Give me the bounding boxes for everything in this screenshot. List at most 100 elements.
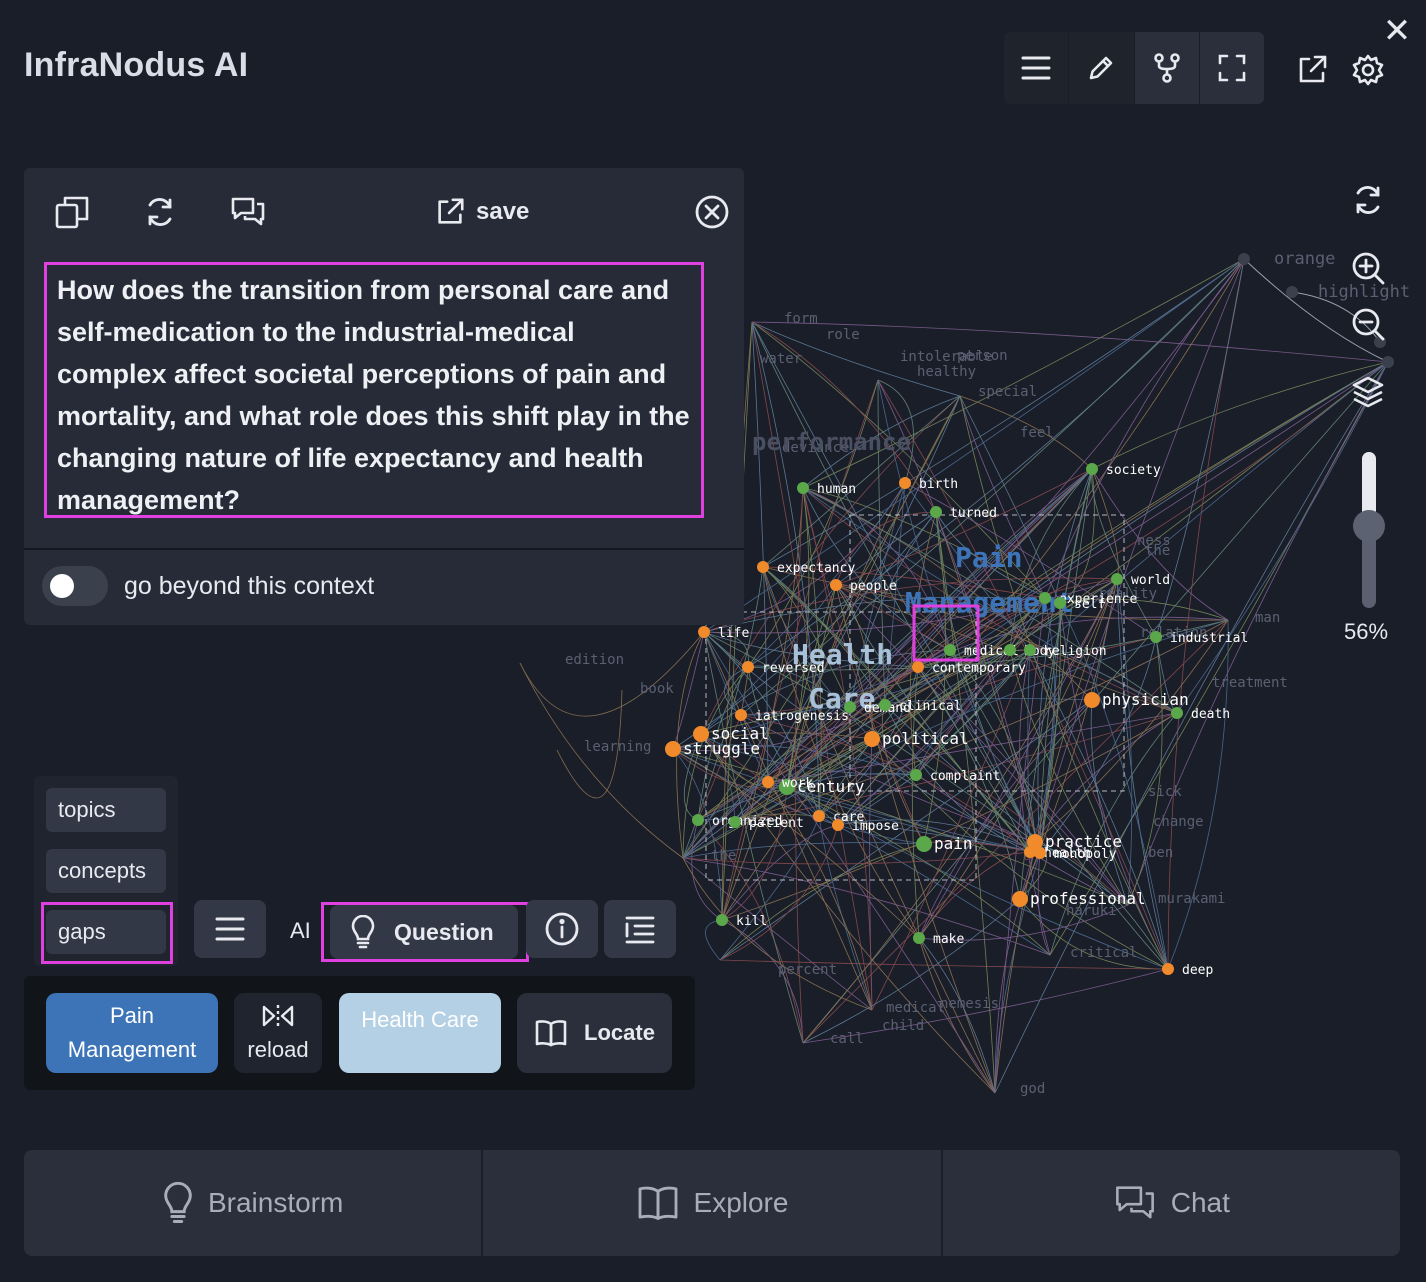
graph-node-label: struggle xyxy=(683,739,760,758)
graph-node-label: pain xyxy=(934,834,973,853)
info-icon xyxy=(545,912,579,946)
graph-node-label: work xyxy=(782,776,813,791)
graph-node[interactable] xyxy=(1004,644,1016,656)
graph-node-label: monopoly xyxy=(1054,847,1117,862)
gap-pain-management-label: Pain Management xyxy=(67,1003,197,1062)
graph-node[interactable] xyxy=(912,661,924,673)
graph-node[interactable] xyxy=(729,816,741,828)
graph-view-button[interactable] xyxy=(1133,32,1199,104)
graph-node-label: physician xyxy=(1102,690,1189,709)
graph-node[interactable] xyxy=(830,579,842,591)
faded-node-label: book xyxy=(640,681,674,697)
graph-node[interactable] xyxy=(1024,644,1036,656)
faded-node-label: call xyxy=(830,1031,864,1047)
explore-label: Explore xyxy=(693,1187,789,1218)
graph-node[interactable] xyxy=(665,741,681,757)
graph-node-label: kill xyxy=(736,914,767,929)
graph-node[interactable] xyxy=(913,932,925,944)
regenerate-button[interactable] xyxy=(138,190,182,234)
graph-node[interactable] xyxy=(1162,963,1174,975)
graph-node[interactable] xyxy=(944,644,956,656)
beyond-context-toggle[interactable] xyxy=(42,566,108,606)
save-button[interactable]: save xyxy=(434,192,529,232)
options-menu-button[interactable] xyxy=(194,900,266,958)
graph-node-label: professional xyxy=(1030,889,1146,908)
graph-node[interactable] xyxy=(1084,692,1100,708)
graph-node[interactable] xyxy=(692,814,704,826)
graph-node-label: death xyxy=(1191,707,1230,722)
graph-node-label: iatrogenesis xyxy=(755,709,849,724)
graph-node[interactable] xyxy=(899,477,911,489)
edit-button[interactable] xyxy=(1068,32,1134,104)
question-button-outline: Question xyxy=(321,902,529,962)
minimap-node xyxy=(1382,356,1394,368)
ai-label: AI xyxy=(290,918,311,943)
zoom-in-button[interactable] xyxy=(1348,248,1388,288)
chat-tab[interactable]: Chat xyxy=(940,1150,1400,1256)
graph-node[interactable] xyxy=(916,836,932,852)
faded-node-label: change xyxy=(1153,814,1204,830)
menu-icon xyxy=(1021,56,1051,80)
topics-button[interactable]: topics xyxy=(46,788,166,832)
copy-button[interactable] xyxy=(50,190,94,234)
graph-node[interactable] xyxy=(930,506,942,518)
graph-node[interactable] xyxy=(1012,891,1028,907)
graph-node-label: reversed xyxy=(762,661,825,676)
panel-toolbar: save xyxy=(24,168,744,248)
faded-node-label: medical xyxy=(886,1000,945,1016)
view-toolbar xyxy=(1004,32,1264,104)
graph-node[interactable] xyxy=(1039,592,1051,604)
fullscreen-button[interactable] xyxy=(1198,32,1264,104)
locate-button[interactable]: Locate xyxy=(517,993,672,1073)
graph-node[interactable] xyxy=(1150,631,1162,643)
refresh-graph-button[interactable] xyxy=(1348,180,1388,220)
info-button[interactable] xyxy=(526,900,598,958)
graph-node[interactable] xyxy=(832,819,844,831)
menu-button[interactable] xyxy=(1004,32,1069,104)
graph-node[interactable] xyxy=(762,776,774,788)
minimap-node xyxy=(1238,253,1250,265)
graph-node-label: deep xyxy=(1182,963,1213,978)
graph-node[interactable] xyxy=(879,699,891,711)
concepts-button[interactable]: concepts xyxy=(46,849,166,893)
graph-node[interactable] xyxy=(757,561,769,573)
faded-node-label: child xyxy=(882,1018,924,1034)
gear-icon xyxy=(1352,54,1384,86)
graph-node[interactable] xyxy=(813,810,825,822)
faded-node-label: nemesis xyxy=(940,996,999,1012)
graph-node[interactable] xyxy=(864,731,880,747)
graph-node[interactable] xyxy=(1171,707,1183,719)
reload-gap-button[interactable]: reload xyxy=(234,993,322,1073)
share-external-button[interactable] xyxy=(1292,50,1332,90)
gap-pain-management-button[interactable]: Pain Management xyxy=(46,993,218,1073)
locate-label: Locate xyxy=(584,1020,655,1045)
graph-node[interactable] xyxy=(716,914,728,926)
graph-node[interactable] xyxy=(910,769,922,781)
toggle-knob xyxy=(50,574,74,598)
graph-node[interactable] xyxy=(742,661,754,673)
graph-node[interactable] xyxy=(735,709,747,721)
question-button[interactable]: Question xyxy=(330,905,518,959)
close-panel-button[interactable] xyxy=(690,190,734,234)
graph-node[interactable] xyxy=(1111,573,1123,585)
graph-node[interactable] xyxy=(1054,597,1066,609)
graph-fork-icon xyxy=(1153,53,1180,83)
graph-node[interactable] xyxy=(1034,847,1046,859)
graph-node[interactable] xyxy=(698,626,710,638)
reload-label: reload xyxy=(247,1037,309,1062)
graph-node-label: make xyxy=(933,932,964,947)
graph-node[interactable] xyxy=(797,482,809,494)
layers-button[interactable] xyxy=(1348,372,1388,412)
close-icon[interactable]: ✕ xyxy=(1380,14,1414,48)
faded-node-label: feel xyxy=(1020,425,1054,441)
brainstorm-tab[interactable]: Brainstorm xyxy=(24,1150,481,1256)
gap-tray: Pain Management reload Health Care Locat… xyxy=(24,976,695,1090)
graph-node[interactable] xyxy=(1086,463,1098,475)
zoom-slider-handle[interactable] xyxy=(1353,510,1385,542)
chat-button[interactable] xyxy=(226,190,270,234)
gap-health-care-button[interactable]: Health Care xyxy=(339,993,501,1073)
list-indent-button[interactable] xyxy=(604,900,676,958)
settings-button[interactable] xyxy=(1348,50,1388,90)
zoom-out-button[interactable] xyxy=(1348,304,1388,344)
explore-tab[interactable]: Explore xyxy=(481,1150,940,1256)
